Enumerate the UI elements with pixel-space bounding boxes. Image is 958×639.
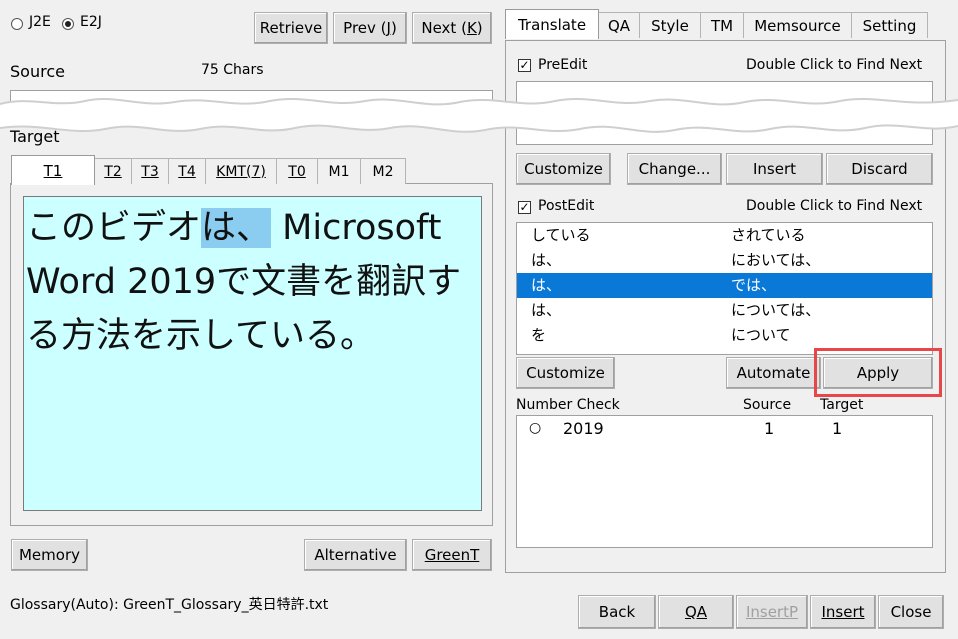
back-label: Back: [598, 603, 636, 621]
qa-button[interactable]: QA: [658, 595, 734, 629]
torn-edge-overlay: [0, 97, 958, 133]
insert-label: Insert: [821, 603, 865, 621]
close-button[interactable]: Close: [878, 595, 944, 629]
insertp-label: InsertP: [745, 603, 799, 621]
insertp-button[interactable]: InsertP: [736, 595, 808, 629]
tab-t1[interactable]: T1: [11, 155, 95, 185]
qa-label: QA: [684, 603, 708, 621]
tab-translate-label: Translate: [517, 15, 587, 34]
tab-t1-label: T1: [43, 161, 63, 180]
glossary-status: Glossary(Auto): GreenT_Glossary_英日特許.txt: [10, 597, 329, 613]
back-button[interactable]: Back: [578, 595, 656, 629]
close-label: Close: [890, 603, 932, 621]
tab-translate[interactable]: Translate: [505, 9, 599, 39]
insert-button[interactable]: Insert: [810, 595, 876, 629]
